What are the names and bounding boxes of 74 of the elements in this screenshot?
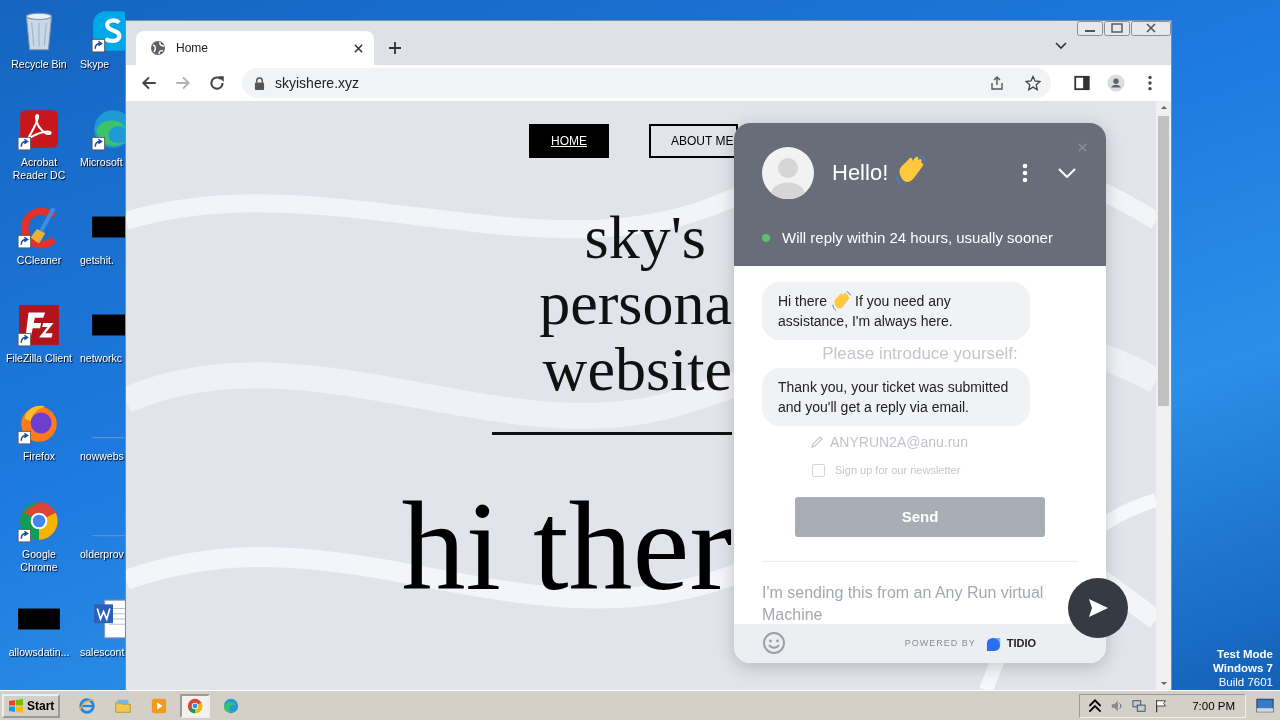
- os-notice-text: Test Mode: [1217, 647, 1273, 661]
- browser-tab[interactable]: Home: [136, 31, 374, 65]
- powered-by-text: POWERED BY: [904, 638, 976, 649]
- ie-browser-icon: [78, 696, 97, 715]
- icon-label[interactable]: CCleaner: [16, 254, 62, 267]
- icon-label[interactable]: Acrobat Reader DC: [12, 156, 66, 182]
- back-icon[interactable]: [140, 74, 158, 92]
- message-text: Thank you, your ticket was submitted and you'll get a reply via email.: [778, 377, 1010, 417]
- send-icon: [1086, 596, 1110, 620]
- icon-label[interactable]: salescont: [80, 646, 125, 659]
- ftp-app-icon[interactable]: [16, 302, 62, 348]
- globe-icon: [150, 40, 166, 56]
- status-text: Will reply within 24 hours, usually sooner: [782, 229, 1053, 246]
- message-input[interactable]: I'm sending this from an Any Run virtual Machine: [762, 581, 1072, 624]
- chevron-down-icon[interactable]: [1055, 42, 1067, 50]
- close-icon[interactable]: [1131, 21, 1171, 36]
- icon-label[interactable]: Microsoft: [80, 156, 123, 169]
- newsletter-checkbox[interactable]: [812, 463, 825, 477]
- share-icon[interactable]: [989, 75, 1005, 91]
- scroll-up-icon[interactable]: [1159, 105, 1168, 110]
- windows-logo-icon: [8, 697, 24, 714]
- form-heading: Please introduce yourself:: [821, 343, 1019, 364]
- more-options-icon[interactable]: [1022, 163, 1028, 183]
- clock[interactable]: 7:00 PM: [1192, 699, 1235, 712]
- chat-title: Hello!: [832, 160, 889, 186]
- waving-hand-icon: [894, 154, 927, 186]
- nav-link[interactable]: HOME: [529, 124, 609, 158]
- reload-icon[interactable]: [208, 74, 226, 92]
- maximize-icon[interactable]: [1104, 21, 1130, 36]
- network-icon[interactable]: [1132, 698, 1147, 713]
- avatar-icon: [762, 147, 814, 199]
- minimize-icon[interactable]: [1077, 21, 1103, 36]
- icon-label[interactable]: FileZilla Client: [6, 352, 72, 365]
- start-button[interactable]: Start: [2, 693, 61, 718]
- icon-label[interactable]: Google Chrome: [20, 548, 58, 574]
- edge-browser-icon: [222, 696, 241, 715]
- icon-label[interactable]: networkc: [80, 352, 122, 365]
- message-text: assistance, I'm always here.: [778, 311, 954, 331]
- os-notice-text: Build 7601: [1218, 675, 1273, 689]
- icon-label[interactable]: nowwebs: [80, 450, 124, 463]
- site-title: website: [542, 336, 732, 402]
- waving-hand-icon: [831, 290, 852, 311]
- message-text: If you need any: [855, 291, 951, 311]
- site-title: persona: [539, 270, 732, 336]
- new-tab-icon[interactable]: [388, 41, 402, 55]
- lock-icon: [254, 76, 265, 90]
- taskbar-app-button[interactable]: [180, 693, 211, 718]
- chat-app-icon[interactable]: [90, 8, 125, 54]
- star-icon[interactable]: [1025, 75, 1041, 91]
- icon-label[interactable]: getshit.: [80, 254, 114, 267]
- icon-label[interactable]: Recycle Bin: [11, 58, 67, 71]
- message-text: Hi there: [778, 291, 828, 311]
- pencil-icon: [810, 434, 824, 449]
- show-hidden-icon[interactable]: [1088, 698, 1103, 713]
- scrollbar[interactable]: [1156, 101, 1171, 690]
- profile-icon[interactable]: [1107, 74, 1125, 92]
- brand-name[interactable]: TIDIO: [1006, 637, 1036, 650]
- chrome-browser-icon: [186, 696, 205, 715]
- show-desktop-icon[interactable]: [1256, 698, 1274, 713]
- address-bar[interactable]: skyishere.xyz: [242, 68, 1051, 98]
- chat-logo-icon: [984, 635, 1002, 651]
- flag-icon[interactable]: [1154, 698, 1169, 713]
- media-player-icon: [150, 696, 169, 715]
- close-icon[interactable]: [353, 42, 364, 54]
- icon-label[interactable]: Firefox: [22, 450, 56, 463]
- icon-label[interactable]: olderprov: [80, 548, 124, 561]
- greeting-heading: hi ther: [401, 474, 732, 619]
- os-notice-text: Windows 7: [1213, 661, 1273, 675]
- icon-label[interactable]: allowsdatin...: [8, 646, 70, 659]
- icon-label[interactable]: Skype: [80, 58, 110, 71]
- scroll-down-icon[interactable]: [1159, 681, 1168, 686]
- minimize-chevron-icon[interactable]: [1058, 168, 1076, 178]
- site-title: sky's: [584, 204, 706, 270]
- side-panel-icon[interactable]: [1073, 74, 1091, 92]
